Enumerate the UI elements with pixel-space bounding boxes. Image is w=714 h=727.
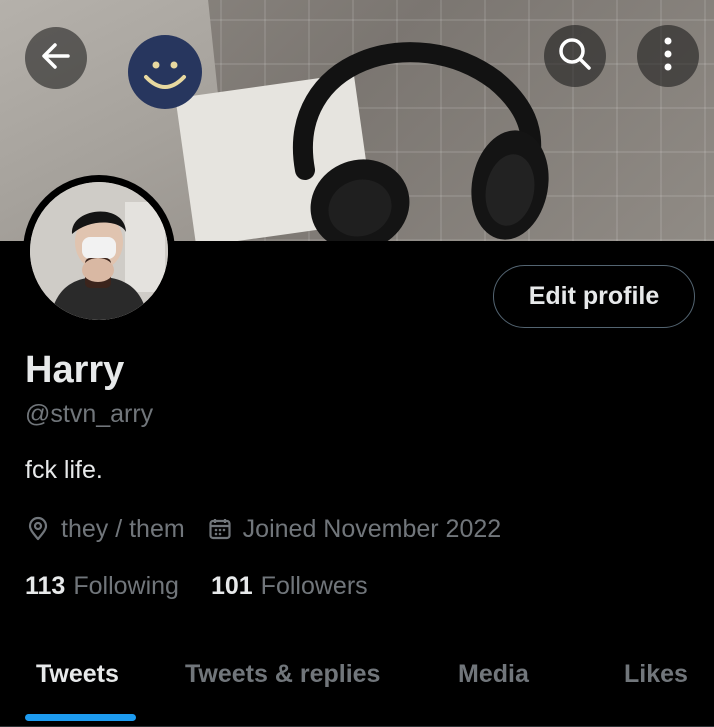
followers-link[interactable]: 101 Followers [211, 572, 368, 601]
profile-bio: fck life. [25, 456, 103, 484]
back-arrow-icon [38, 38, 74, 79]
following-link[interactable]: 113 Following [25, 572, 179, 601]
more-options-button[interactable] [637, 25, 699, 87]
following-label: Following [73, 572, 179, 600]
tab-tweets-and-replies[interactable]: Tweets & replies [185, 660, 380, 689]
profile-location: they / them [61, 514, 185, 543]
profile-joined-date: Joined November 2022 [242, 514, 502, 543]
tab-likes[interactable]: Likes [624, 660, 688, 689]
profile-stats: 113 Following 101 Followers [25, 572, 368, 601]
search-button[interactable] [544, 25, 606, 87]
tab-tweets[interactable]: Tweets [36, 660, 119, 689]
avatar[interactable] [23, 175, 175, 327]
smiley-sticker-icon [128, 35, 202, 109]
profile-meta: they / them Joined November 2022 [25, 513, 501, 545]
avatar-photo [30, 182, 168, 320]
following-count: 113 [25, 572, 66, 600]
followers-label: Followers [260, 572, 368, 600]
calendar-icon [207, 516, 233, 542]
followers-count: 101 [210, 572, 253, 600]
headphones-image [293, 42, 549, 241]
location-pin-icon [25, 516, 51, 542]
profile-name: Harry [25, 349, 125, 391]
active-tab-indicator [25, 714, 136, 721]
edit-profile-button[interactable]: Edit profile [493, 265, 695, 328]
profile-handle: @stvn_arry [25, 400, 154, 428]
more-vertical-icon [662, 36, 674, 77]
back-button[interactable] [25, 27, 87, 89]
tab-media[interactable]: Media [458, 660, 529, 689]
search-icon [556, 35, 594, 78]
